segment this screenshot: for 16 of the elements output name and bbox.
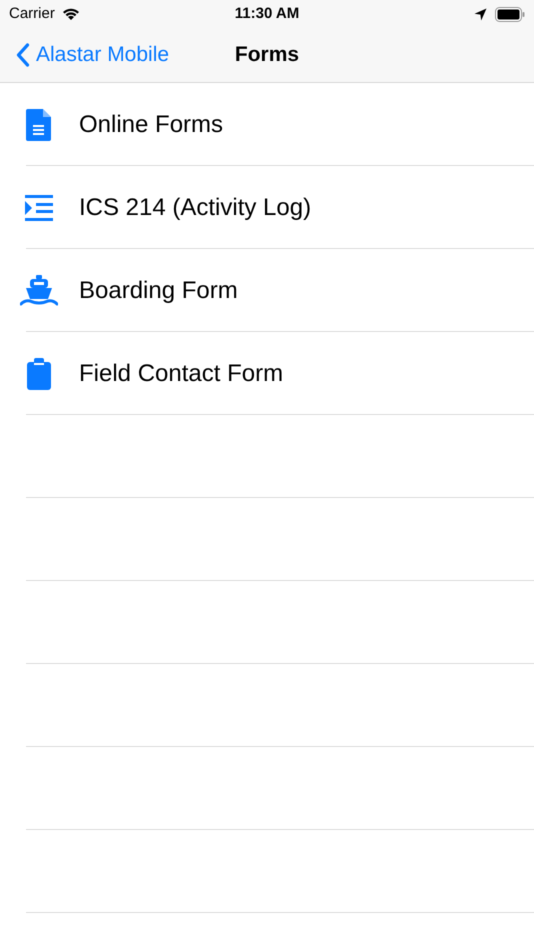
clock-time: 11:30 AM bbox=[234, 4, 300, 24]
ship-icon bbox=[20, 274, 58, 306]
form-list-item[interactable]: ICS 214 (Activity Log) bbox=[0, 166, 534, 249]
form-list-item[interactable]: Online Forms bbox=[0, 83, 534, 166]
battery-icon bbox=[495, 6, 525, 22]
document-icon bbox=[26, 108, 52, 140]
location-arrow-icon bbox=[474, 8, 487, 20]
wifi-icon bbox=[60, 7, 81, 21]
back-button[interactable]: Alastar Mobile bbox=[0, 39, 170, 71]
indent-list-icon bbox=[24, 194, 52, 220]
form-list-item[interactable]: Boarding Form bbox=[0, 249, 534, 332]
clipboard-icon bbox=[26, 358, 50, 390]
carrier-label: Carrier bbox=[9, 4, 55, 24]
form-list-item[interactable]: Field Contact Form bbox=[0, 332, 534, 415]
screen-title: Forms bbox=[234, 42, 300, 68]
chevron-left-icon bbox=[16, 43, 30, 67]
